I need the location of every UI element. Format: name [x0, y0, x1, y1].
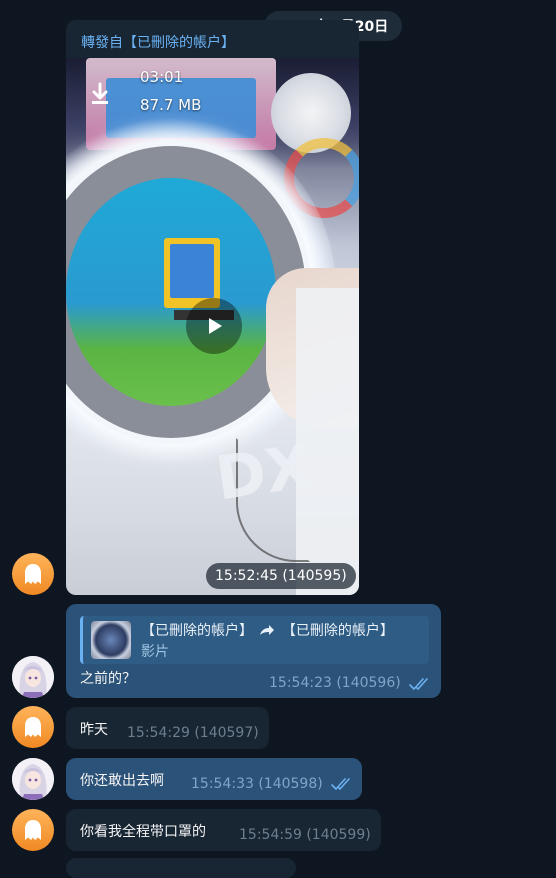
avatar[interactable] [12, 656, 54, 698]
video-scene-dx-logo: DX [211, 431, 317, 515]
avatar[interactable] [12, 706, 54, 748]
message-text: 你还敢出去啊 [80, 773, 164, 789]
message-time: 15:54:59 (140599) [239, 827, 371, 843]
reply-preview[interactable]: 【已刪除的帳户】 【已刪除的帳户】 影片 [80, 616, 429, 664]
message-bubble-outgoing[interactable]: 【已刪除的帳户】 【已刪除的帳户】 影片 之前的？ 15:54:23 (1405… [66, 604, 441, 698]
play-icon [209, 318, 222, 334]
message-bubble-incoming[interactable] [66, 858, 296, 878]
video-scene-card-art [170, 244, 214, 298]
forwarded-from-label[interactable]: 轉發自【已刪除的帳户】 [81, 32, 235, 52]
message-time: 15:54:29 (140597) [127, 725, 259, 741]
video-thumbnail[interactable]: DX 03:01 87.7 MB 15:52:45 (140595) [66, 58, 359, 595]
video-file-size: 87.7 MB [140, 96, 202, 114]
ghost-icon [25, 820, 41, 840]
reply-to: 【已刪除的帳户】 [281, 623, 394, 639]
reply-from: 【已刪除的帳户】 [141, 623, 253, 639]
avatar-image [12, 656, 54, 698]
message-text: 你看我全程带口罩的 [80, 824, 206, 840]
message-time: 15:52:45 (140595) [206, 563, 356, 589]
double-check-icon [331, 778, 350, 790]
double-check-icon [409, 678, 428, 690]
reply-title: 【已刪除的帳户】 【已刪除的帳户】 [141, 620, 394, 640]
reply-kind: 影片 [141, 644, 169, 660]
play-button[interactable] [186, 298, 242, 354]
ghost-icon [25, 564, 41, 584]
message-time: 15:54:33 (140598) [191, 776, 323, 792]
forwarded-video-message[interactable]: 轉發自【已刪除的帳户】 DX 03:01 87.7 MB 15:52:45 (1… [66, 20, 359, 595]
avatar[interactable] [12, 809, 54, 851]
message-bubble-incoming[interactable]: 你看我全程带口罩的 15:54:59 (140599) [66, 809, 381, 851]
avatar[interactable] [12, 758, 54, 800]
download-icon[interactable] [86, 80, 114, 108]
ghost-icon [25, 717, 41, 737]
message-time: 15:54:23 (140596) [269, 675, 401, 691]
message-text: 之前的？ [80, 671, 136, 687]
forward-arrow-icon [260, 625, 275, 635]
message-bubble-incoming[interactable]: 昨天 15:54:29 (140597) [66, 707, 269, 749]
video-duration: 03:01 [140, 68, 184, 86]
avatar[interactable] [12, 553, 54, 595]
message-bubble-outgoing[interactable]: 你还敢出去啊 15:54:33 (140598) [66, 758, 362, 800]
avatar-image [12, 758, 54, 800]
reply-thumbnail [91, 621, 131, 659]
message-text: 昨天 [80, 722, 108, 738]
